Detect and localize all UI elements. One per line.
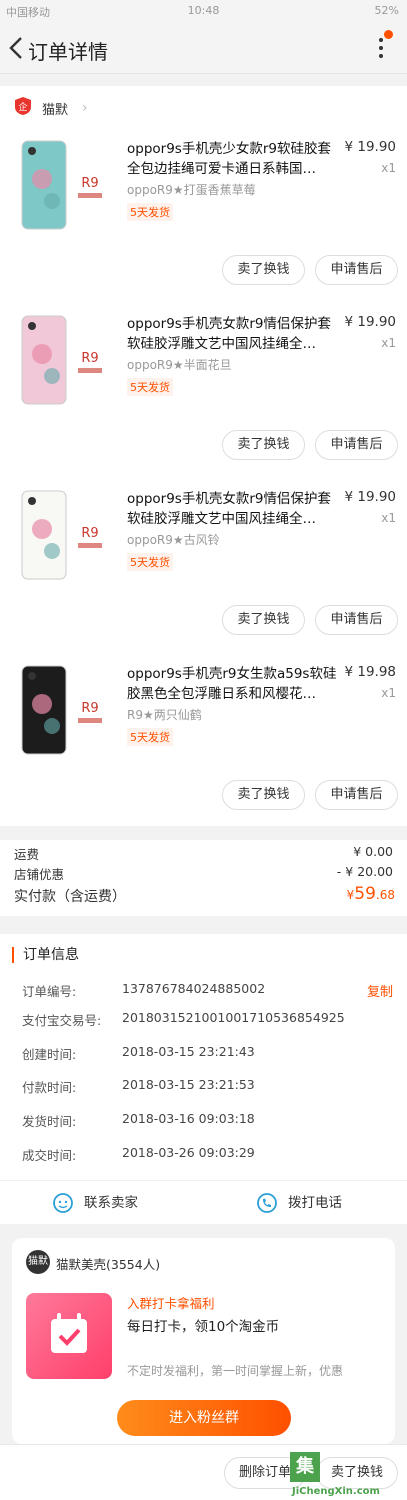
- item-price: ¥ 19.90: [344, 314, 396, 330]
- copy-button[interactable]: 复制: [367, 981, 393, 1000]
- back-arrow-icon[interactable]: [6, 34, 28, 62]
- after-sales-button[interactable]: 申请售后: [315, 430, 398, 460]
- product-thumbnail[interactable]: R9: [14, 139, 114, 231]
- card-description: 不定时发福利，第一时间掌握上新，优惠: [127, 1364, 344, 1378]
- sell-button[interactable]: 卖了换钱: [222, 255, 305, 285]
- shipping-value: ¥ 0.00: [353, 844, 393, 859]
- shipping-tag: 5天发货: [127, 553, 173, 571]
- site-watermark: 集 JiChengXin.com: [290, 1448, 407, 1500]
- discount-label: 店铺优惠: [14, 867, 65, 882]
- total-label: 实付款（含运费）: [14, 889, 126, 905]
- store-fan-name: 猫默美壳(3554人): [56, 1257, 161, 1272]
- watermark-url: JiChengXin.com: [292, 1486, 380, 1497]
- chat-bubble-icon: [53, 1193, 73, 1213]
- watermark-logo: 集: [290, 1452, 320, 1482]
- card-subtitle: 每日打卡，领10个淘金币: [127, 1319, 280, 1335]
- shipping-tag: 5天发货: [127, 203, 173, 221]
- card-title: 入群打卡拿福利: [127, 1296, 215, 1311]
- chevron-right-icon: ›: [82, 100, 88, 116]
- join-fan-group-button[interactable]: 进入粉丝群: [117, 1400, 291, 1436]
- item-price: ¥ 19.90: [344, 139, 396, 155]
- fan-group-card: 猫默 猫默美壳(3554人) 入群打卡拿福利 每日打卡，领10个淘金币 不定时发…: [12, 1238, 395, 1444]
- item-sku: R9★两只仙鹤: [127, 708, 202, 722]
- item-quantity: x1: [381, 686, 396, 700]
- item-sku: oppoR9★古风铃: [127, 533, 220, 547]
- item-sku: oppoR9★半面花旦: [127, 358, 232, 372]
- order-info-panel: 订单信息 订单编号: 137876784024885002 复制 支付宝交易号:…: [0, 934, 407, 1224]
- store-avatar: 猫默: [26, 1250, 50, 1274]
- svg-text:企: 企: [18, 101, 27, 113]
- app-header: 订单详情: [0, 22, 407, 74]
- order-info-row: 付款时间: 2018-03-15 23:21:53: [22, 1077, 255, 1095]
- clock: 10:48: [187, 4, 220, 17]
- product-thumbnail[interactable]: R9: [14, 314, 114, 406]
- order-info-heading: 订单信息: [12, 947, 79, 963]
- shipping-tag: 5天发货: [127, 378, 173, 396]
- notification-dot: [384, 30, 393, 39]
- after-sales-button[interactable]: 申请售后: [315, 780, 398, 810]
- item-price: ¥ 19.98: [344, 664, 396, 680]
- order-info-row: 订单编号: 137876784024885002 复制: [22, 981, 393, 1000]
- item-price: ¥ 19.90: [344, 489, 396, 505]
- svg-text:R9: R9: [81, 526, 98, 541]
- sell-button[interactable]: 卖了换钱: [222, 430, 305, 460]
- item-quantity: x1: [381, 336, 396, 350]
- price-summary: 运费 ¥ 0.00 店铺优惠 - ¥ 20.00 实付款（含运费） ¥59.68: [0, 840, 407, 916]
- product-thumbnail[interactable]: R9: [14, 664, 114, 756]
- order-info-row: 支付宝交易号: 2018031521001001710536854925: [22, 1010, 345, 1028]
- status-bar: 中国移动 10:48 52%: [0, 0, 407, 22]
- shipping-label: 运费: [14, 847, 40, 862]
- order-number: 137876784024885002: [122, 981, 266, 996]
- svg-text:R9: R9: [81, 176, 98, 191]
- svg-text:R9: R9: [81, 701, 98, 716]
- item-sku: oppoR9★打蛋香蕉草莓: [127, 183, 256, 197]
- item-quantity: x1: [381, 511, 396, 525]
- phone-icon: [257, 1193, 277, 1213]
- page-title: 订单详情: [28, 40, 108, 64]
- check-in-calendar-icon: [26, 1293, 112, 1379]
- shop-name: 猫默: [42, 103, 69, 118]
- call-phone-button[interactable]: 拨打电话: [256, 1191, 342, 1214]
- item-title[interactable]: oppor9s手机壳少女款r9软硅胶套全包边挂绳可爱卡通日系韩国…: [127, 139, 342, 179]
- order-item[interactable]: R9 oppor9s手机壳女款r9情侣保护套软硅胶浮雕文艺中国风挂绳全… ¥ 19.…: [0, 479, 407, 654]
- order-info-row: 创建时间: 2018-03-15 23:21:43: [22, 1044, 255, 1062]
- item-title[interactable]: oppor9s手机壳女款r9情侣保护套软硅胶浮雕文艺中国风挂绳全…: [127, 489, 342, 529]
- order-info-row: 发货时间: 2018-03-16 09:03:18: [22, 1111, 255, 1129]
- svg-text:R9: R9: [81, 351, 98, 366]
- item-title[interactable]: oppor9s手机壳女款r9情侣保护套软硅胶浮雕文艺中国风挂绳全…: [127, 314, 342, 354]
- sell-button[interactable]: 卖了换钱: [222, 605, 305, 635]
- shipping-tag: 5天发货: [127, 728, 173, 746]
- sell-button[interactable]: 卖了换钱: [222, 780, 305, 810]
- order-info-row: 成交时间: 2018-03-26 09:03:29: [22, 1145, 255, 1163]
- item-title[interactable]: oppor9s手机壳r9女生款a59s软硅胶黑色全包浮雕日系和风樱花…: [127, 664, 342, 704]
- order-item[interactable]: R9 oppor9s手机壳r9女生款a59s软硅胶黑色全包浮雕日系和风樱花… ¥ 1…: [0, 654, 407, 829]
- battery-text: 52%: [374, 4, 399, 17]
- order-item[interactable]: R9 oppor9s手机壳少女款r9软硅胶套全包边挂绳可爱卡通日系韩国… ¥ 19.…: [0, 129, 407, 304]
- after-sales-button[interactable]: 申请售后: [315, 605, 398, 635]
- shop-header[interactable]: 企 猫默 ›: [0, 90, 407, 126]
- total-value: ¥59.68: [346, 884, 395, 904]
- discount-value: - ¥ 20.00: [336, 864, 393, 879]
- contact-row: 联系卖家 拨打电话: [0, 1180, 407, 1216]
- product-thumbnail[interactable]: R9: [14, 489, 114, 581]
- shop-logo-icon: 企: [15, 97, 31, 115]
- contact-seller-button[interactable]: 联系卖家: [52, 1191, 138, 1214]
- item-quantity: x1: [381, 161, 396, 175]
- after-sales-button[interactable]: 申请售后: [315, 255, 398, 285]
- order-item[interactable]: R9 oppor9s手机壳女款r9情侣保护套软硅胶浮雕文艺中国风挂绳全… ¥ 19.…: [0, 304, 407, 479]
